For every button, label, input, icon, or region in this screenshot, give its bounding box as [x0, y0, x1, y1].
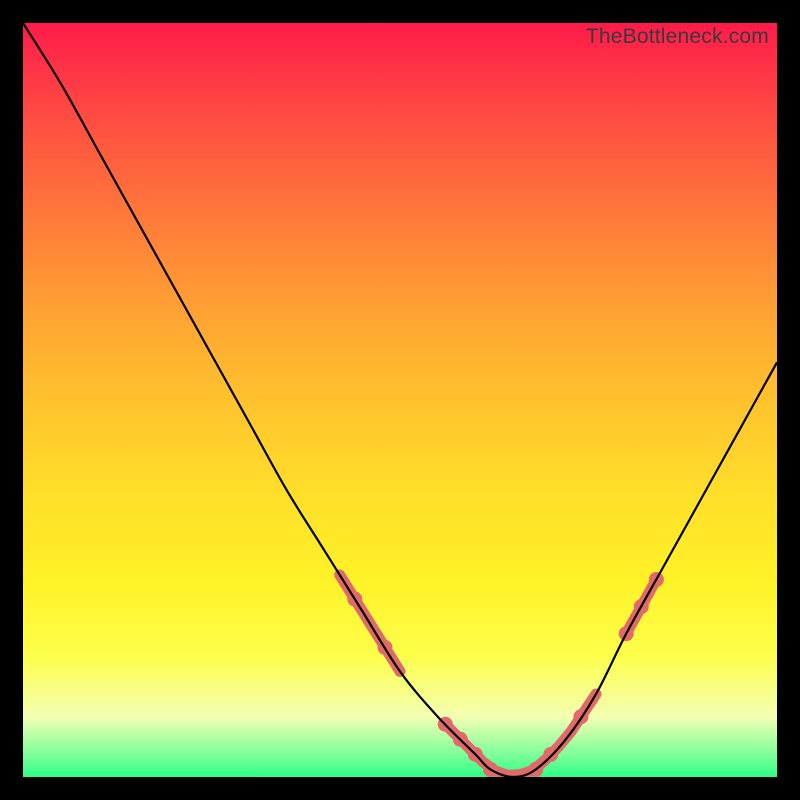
- highlight-segment: [445, 694, 596, 775]
- chart-frame: TheBottleneck.com: [23, 23, 777, 777]
- chart-svg: [23, 23, 777, 777]
- watermark-text: TheBottleneck.com: [586, 25, 769, 49]
- highlight-layer: [340, 572, 664, 777]
- plot-area: TheBottleneck.com: [23, 23, 777, 777]
- highlight-dot: [543, 747, 558, 762]
